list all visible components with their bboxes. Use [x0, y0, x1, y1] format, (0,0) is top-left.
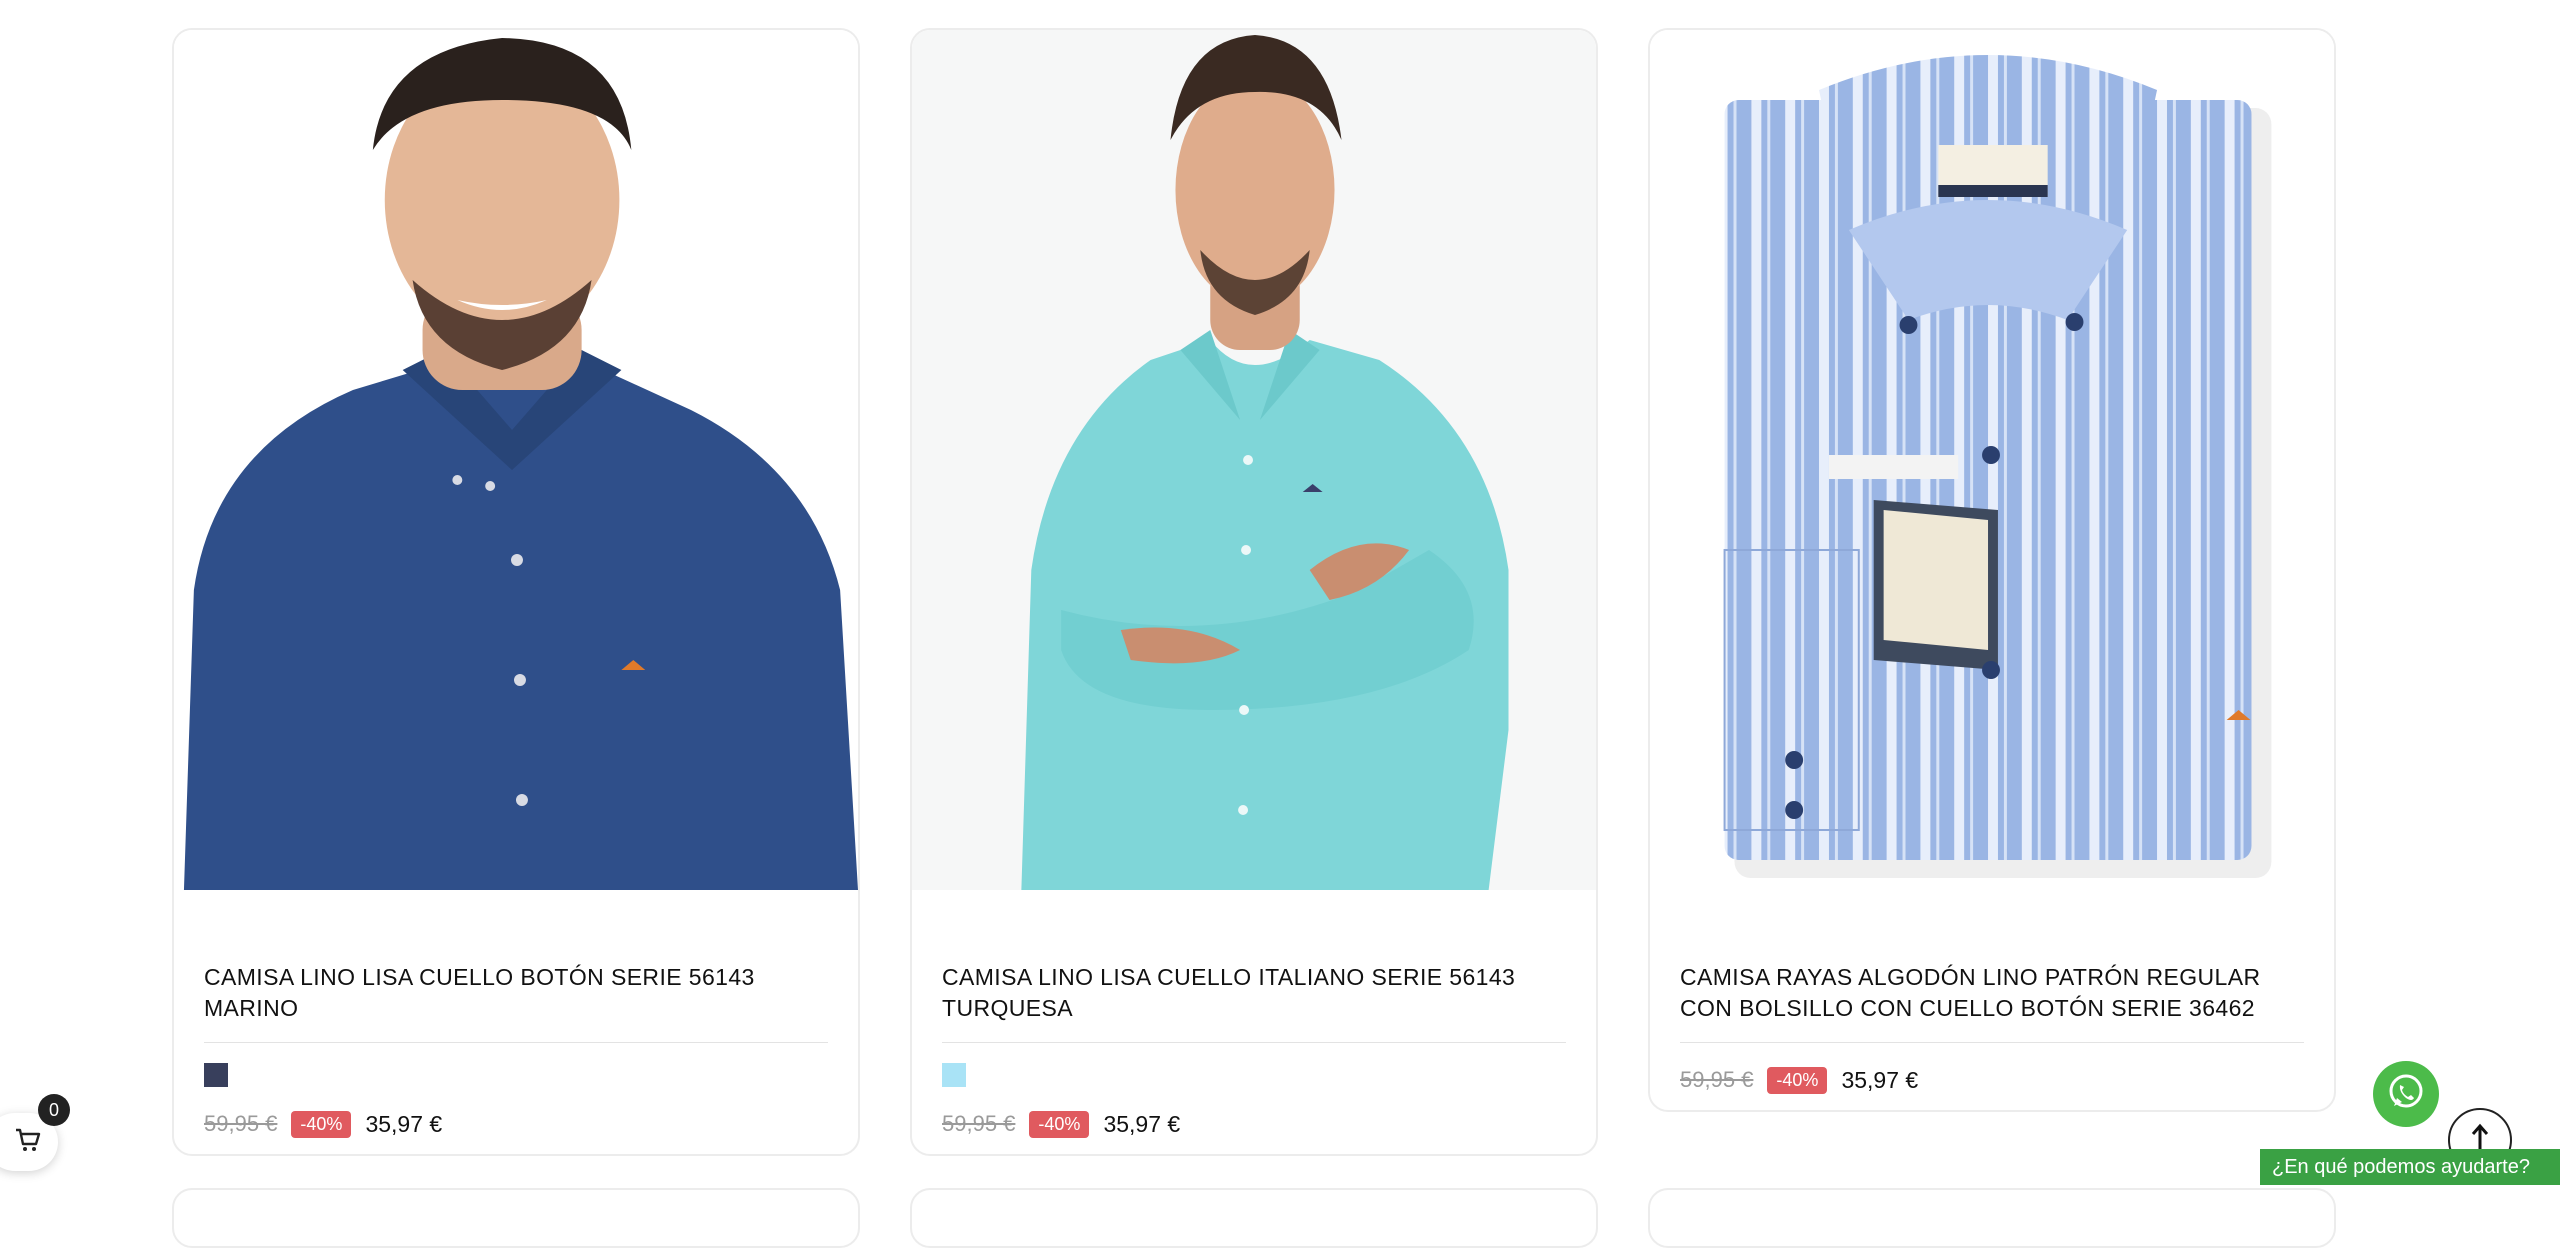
cart-icon [14, 1127, 42, 1158]
discount-badge: -40% [1029, 1110, 1090, 1138]
color-swatch-turquesa[interactable] [942, 1063, 966, 1087]
old-price: 59,95 € [204, 1111, 278, 1136]
cart-count-badge: 0 [38, 1094, 70, 1126]
product-card[interactable]: CAMISA LINO LISA CUELLO ITALIANO SERIE 5… [910, 28, 1598, 1156]
whatsapp-help-tag[interactable]: ¿En qué podemos ayudarte? [2260, 1149, 2560, 1185]
price-row: 59,95 € -40% 35,97 € [942, 1107, 1566, 1141]
old-price: 59,95 € [1680, 1067, 1754, 1092]
product-card-next[interactable] [172, 1188, 860, 1248]
price-row: 59,95 € -40% 35,97 € [1680, 1063, 2304, 1097]
old-price: 59,95 € [942, 1111, 1016, 1136]
sale-price: 35,97 € [1841, 1066, 1919, 1093]
sale-price: 35,97 € [365, 1110, 443, 1137]
product-image[interactable] [912, 30, 1596, 890]
product-title[interactable]: CAMISA LINO LISA CUELLO ITALIANO SERIE 5… [942, 962, 1566, 1043]
discount-badge: -40% [1767, 1066, 1828, 1094]
whatsapp-icon [2386, 1072, 2426, 1117]
product-image[interactable] [174, 30, 858, 890]
color-swatch-marino[interactable] [204, 1063, 228, 1087]
whatsapp-button[interactable] [2373, 1061, 2439, 1127]
price-row: 59,95 € -40% 35,97 € [204, 1107, 828, 1141]
product-title[interactable]: CAMISA RAYAS ALGODÓN LINO PATRÓN REGULAR… [1680, 962, 2304, 1043]
product-card-next[interactable] [1648, 1188, 2336, 1248]
product-card-next[interactable] [910, 1188, 1598, 1248]
product-card[interactable]: CAMISA LINO LISA CUELLO BOTÓN SERIE 5614… [172, 28, 860, 1156]
product-image[interactable] [1650, 30, 2334, 890]
product-title[interactable]: CAMISA LINO LISA CUELLO BOTÓN SERIE 5614… [204, 962, 828, 1043]
sale-price: 35,97 € [1103, 1110, 1181, 1137]
discount-badge: -40% [291, 1110, 352, 1138]
product-card[interactable]: CAMISA RAYAS ALGODÓN LINO PATRÓN REGULAR… [1648, 28, 2336, 1112]
